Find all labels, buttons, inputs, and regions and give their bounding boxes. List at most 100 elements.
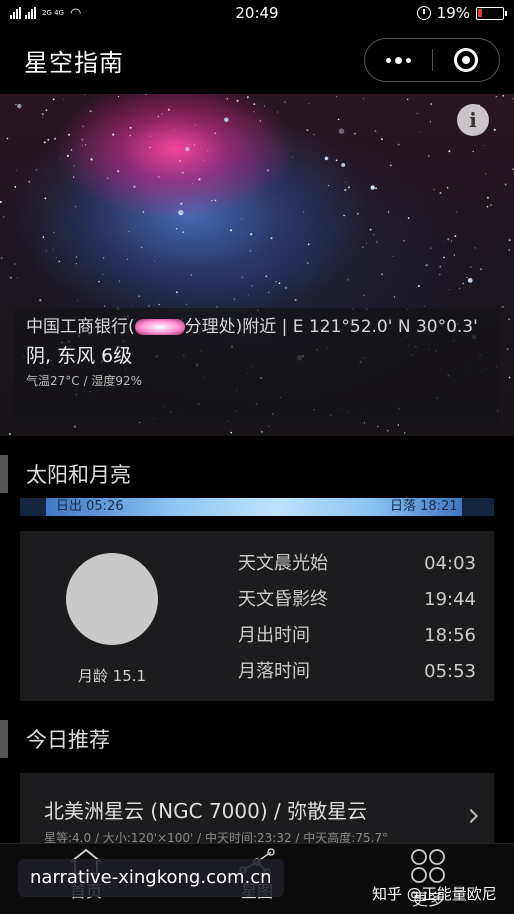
star bbox=[53, 231, 55, 234]
star bbox=[142, 211, 145, 213]
star bbox=[139, 422, 141, 423]
star bbox=[52, 248, 54, 250]
star bbox=[430, 103, 433, 105]
zhihu-watermark: 知乎 @正能量欧尼 bbox=[372, 885, 497, 903]
star bbox=[0, 201, 2, 203]
star bbox=[439, 274, 441, 275]
star bbox=[451, 240, 453, 242]
star bbox=[81, 138, 84, 141]
star bbox=[292, 156, 293, 158]
star bbox=[176, 228, 178, 230]
status-time: 20:49 bbox=[235, 4, 279, 22]
star bbox=[294, 298, 297, 301]
star bbox=[28, 181, 31, 183]
star bbox=[129, 134, 131, 137]
star bbox=[54, 137, 57, 140]
star bbox=[192, 183, 193, 185]
star bbox=[386, 429, 389, 432]
star bbox=[307, 262, 309, 264]
star bbox=[508, 376, 511, 379]
star bbox=[404, 432, 406, 434]
star bbox=[226, 98, 228, 100]
star bbox=[241, 218, 243, 220]
star bbox=[270, 237, 273, 240]
star bbox=[207, 150, 209, 152]
star bbox=[430, 247, 432, 249]
temp-humidity: 气温27°C / 湿度92% bbox=[26, 374, 142, 388]
grid-icon bbox=[411, 849, 445, 883]
star bbox=[324, 156, 329, 161]
star bbox=[158, 303, 160, 306]
recommend-card[interactable]: 北美洲星云 (NGC 7000) / 弥散星云 星等:4.0 / 大小:120'… bbox=[20, 773, 494, 843]
star bbox=[263, 105, 265, 107]
star bbox=[174, 129, 176, 131]
star bbox=[485, 173, 487, 175]
star bbox=[502, 95, 505, 97]
star bbox=[98, 280, 100, 283]
star bbox=[73, 165, 75, 167]
star bbox=[42, 236, 45, 238]
redacted-mark bbox=[134, 319, 185, 335]
star bbox=[439, 192, 442, 194]
section-recommend: 今日推荐 bbox=[0, 720, 514, 758]
star bbox=[268, 291, 270, 294]
app-title: 星空指南 bbox=[24, 48, 124, 77]
star bbox=[267, 169, 269, 172]
star bbox=[403, 239, 405, 242]
star bbox=[268, 426, 270, 428]
star bbox=[214, 132, 217, 135]
star bbox=[453, 254, 456, 256]
star bbox=[145, 94, 147, 95]
star bbox=[363, 294, 365, 296]
star bbox=[104, 305, 106, 307]
star bbox=[337, 118, 340, 121]
recommend-title: 北美洲星云 (NGC 7000) / 弥散星云 bbox=[44, 799, 368, 823]
recommend-subtitle: 星等:4.0 / 大小:120'×100' / 中天时间:23:32 / 中天高… bbox=[44, 831, 389, 843]
star bbox=[149, 146, 151, 148]
star bbox=[277, 111, 279, 113]
time-row: 月落时间 05:53 bbox=[238, 661, 476, 682]
star bbox=[275, 280, 277, 283]
star bbox=[93, 111, 95, 113]
star bbox=[373, 234, 375, 236]
star bbox=[344, 188, 347, 192]
star bbox=[278, 282, 281, 285]
star bbox=[82, 125, 84, 127]
star bbox=[63, 98, 65, 100]
star bbox=[253, 111, 255, 113]
star bbox=[433, 188, 435, 191]
star bbox=[193, 144, 195, 146]
star bbox=[259, 120, 262, 122]
star bbox=[462, 282, 465, 285]
star bbox=[392, 255, 394, 257]
star bbox=[214, 199, 217, 202]
star bbox=[103, 257, 105, 259]
moon-card: 月龄 15.1 天文晨光始 04:03 天文昏影终 19:44 月出时间 18:56 … bbox=[20, 531, 494, 701]
site-watermark: narrative-xingkong.com.cn bbox=[18, 859, 284, 897]
more-menu-button[interactable] bbox=[365, 39, 432, 81]
star bbox=[241, 276, 243, 278]
section-title: 太阳和月亮 bbox=[26, 463, 131, 487]
star bbox=[443, 256, 445, 259]
star bbox=[370, 185, 375, 190]
star bbox=[127, 258, 128, 260]
star bbox=[454, 235, 457, 238]
star bbox=[354, 133, 356, 135]
star bbox=[167, 108, 170, 111]
star bbox=[470, 266, 472, 268]
info-icon[interactable]: i bbox=[457, 104, 489, 136]
star bbox=[117, 170, 120, 173]
star bbox=[44, 197, 47, 200]
star bbox=[308, 103, 310, 104]
star bbox=[483, 145, 485, 147]
star bbox=[47, 138, 50, 141]
star bbox=[389, 164, 392, 167]
close-miniprogram-button[interactable] bbox=[433, 39, 500, 81]
star bbox=[328, 185, 329, 187]
star bbox=[407, 98, 409, 101]
star bbox=[424, 305, 426, 307]
star bbox=[307, 243, 310, 246]
star bbox=[363, 98, 364, 100]
star bbox=[446, 186, 449, 189]
star bbox=[306, 129, 309, 132]
